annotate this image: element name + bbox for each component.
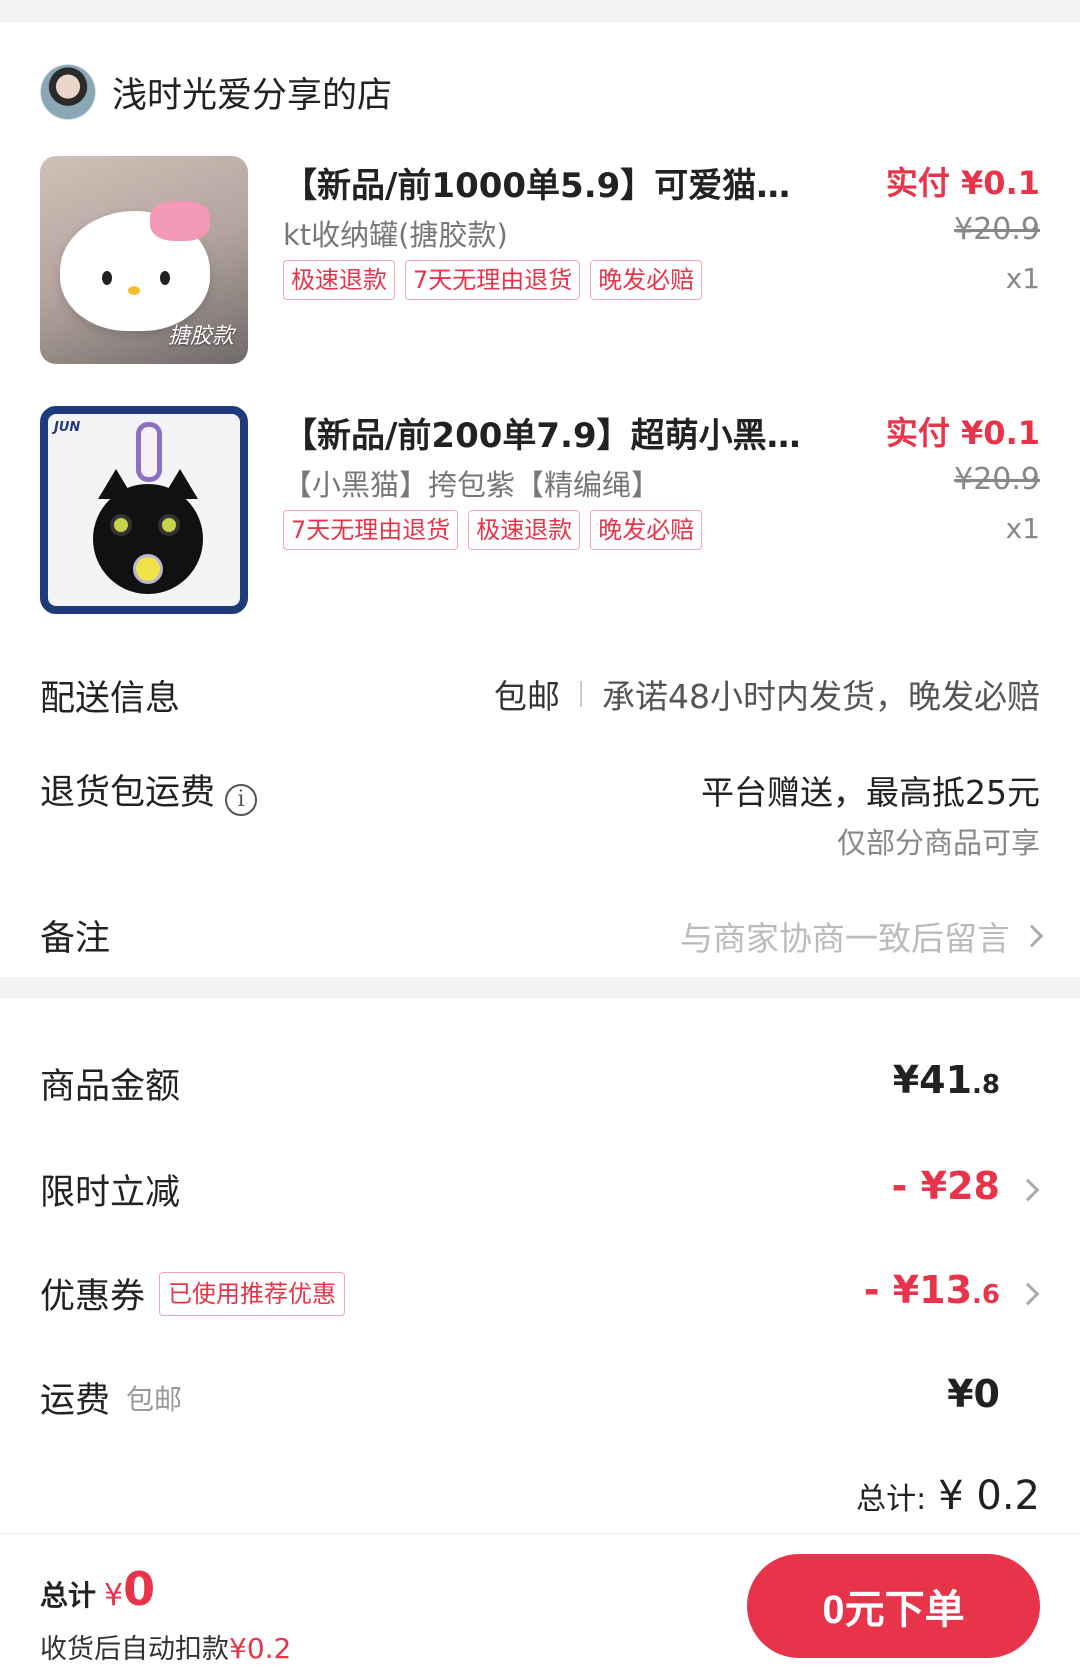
return-shipping-row: 退货包运费 i 平台赠送，最高抵25元 仅部分商品可享 [40,764,1040,864]
delivery-label: 配送信息 [40,679,181,719]
auto-deduct-note: 收货后自动扣款¥0.2 [40,1627,291,1666]
summary-total-label: 总计: [856,1482,927,1517]
delivery-row: 配送信息 包邮 承诺48小时内发货，晚发必赔 [40,670,1040,720]
limited-discount-label: 限时立减 [40,1173,181,1213]
goods-amount-value: ¥41.8 [893,1058,1000,1102]
shop-header[interactable]: 浅时光爱分享的店 [40,62,392,122]
freight-label: 运费 [40,1381,111,1421]
eye-shape [102,271,112,285]
chevron-right-icon [1016,1282,1040,1306]
remark-placeholder: 与商家协商一致后留言 [680,919,1010,958]
checkout-footer: 总计 ¥ 0 收货后自动扣款¥0.2 0元下单 [0,1533,1080,1678]
freight-row: 运费 包邮 ¥0 [40,1372,1040,1428]
service-tag: 极速退款 [283,260,395,300]
footer-total: 总计 ¥ 0 [40,1562,155,1616]
paid-price: 实付 ¥0.1 [885,164,1040,202]
shop-avatar [40,64,96,120]
product-title: 【新品/前1000单5.9】可爱猫… [283,166,791,206]
service-tag: 极速退款 [468,510,581,550]
footer-currency: ¥ [104,1578,124,1613]
shop-name: 浅时光爱分享的店 [112,75,393,116]
info-icon[interactable]: i [225,783,258,816]
coupon-label-group: 优惠券 已使用推荐优惠 [40,1268,346,1319]
image-caption: 搪胶款 [167,324,234,349]
product-spec: kt收纳罐(搪胶款) [283,218,508,252]
coupon-used-badge: 已使用推荐优惠 [159,1271,346,1316]
eye-shape [110,514,132,536]
nose-shape [128,286,140,295]
bow-shape [150,201,210,241]
coupon-value: - ¥13.6 [864,1268,1000,1312]
service-tag: 晚发必赔 [590,260,703,300]
service-tag: 7天无理由退货 [405,260,581,300]
freight-value: ¥0 [947,1372,1000,1416]
remark-label: 备注 [40,919,111,959]
paid-price: 实付 ¥0.1 [885,414,1040,452]
coupon-dec: .6 [972,1280,1000,1310]
delivery-info: 包邮 承诺48小时内发货，晚发必赔 [494,670,1040,718]
coupon-int: - ¥13 [863,1268,973,1312]
service-tag: 7天无理由退货 [283,510,459,550]
product-spec: 【小黑猫】挎包紫【精编绳】 [283,468,661,502]
product-title: 【新品/前200单7.9】超萌小黑… [283,416,801,456]
footer-total-label: 总计 [40,1579,97,1612]
order-card: 浅时光爱分享的店 搪胶款 【新品/前1000单5.9】可爱猫… kt收纳罐(搪胶… [0,22,1080,977]
service-tags: 7天无理由退货 极速退款 晚发必赔 [283,510,703,550]
summary-total: 总计: ¥ 0.2 [856,1473,1040,1519]
delivery-promise: 承诺48小时内发货，晚发必赔 [602,677,1040,716]
chevron-right-icon [1020,924,1044,948]
product-image[interactable]: 搪胶款 [40,156,248,364]
remark-row[interactable]: 备注 与商家协商一致后留言 [40,910,1044,960]
hook-shape [136,422,162,482]
quantity: x1 [1005,512,1040,545]
auto-deduct-label: 收货后自动扣款 [40,1634,229,1665]
product-image[interactable]: JUN [40,406,248,614]
product-item[interactable]: 搪胶款 【新品/前1000单5.9】可爱猫… kt收纳罐(搪胶款) 极速退款 7… [40,156,1040,366]
brand-logo: JUN [54,420,81,435]
freight-label-group: 运费 包邮 [40,1372,182,1423]
eye-shape [160,271,170,285]
badge-shape [133,554,163,584]
coupon-row[interactable]: 优惠券 已使用推荐优惠 - ¥13.6 [40,1268,1040,1324]
original-price: ¥20.9 [954,212,1040,247]
limited-discount-row[interactable]: 限时立减 - ¥28 [40,1164,1040,1220]
goods-amount-dec: .8 [972,1070,1000,1100]
return-shipping-main: 平台赠送，最高抵25元 [701,773,1040,812]
return-shipping-note: 仅部分商品可享 [836,826,1040,860]
auto-deduct-value: ¥0.2 [229,1632,292,1665]
goods-amount-int: ¥41 [892,1058,973,1102]
summary-total-value: ¥ 0.2 [938,1473,1040,1519]
product-item[interactable]: JUN 【新品/前200单7.9】超萌小黑… 【小黑猫】挎包紫【精编绳】 7天无… [40,406,1040,616]
remark-input[interactable]: 与商家协商一致后留言 [680,912,1044,960]
coupon-label: 优惠券 [40,1277,146,1317]
service-tag: 晚发必赔 [590,510,703,550]
original-price: ¥20.9 [954,462,1040,497]
divider [580,681,582,707]
chevron-right-icon [1016,1178,1040,1202]
return-shipping-label: 退货包运费 [40,773,216,813]
service-tags: 极速退款 7天无理由退货 晚发必赔 [283,260,703,300]
limited-discount-value: - ¥28 [891,1164,1000,1208]
goods-amount-label: 商品金额 [40,1067,181,1107]
quantity: x1 [1005,262,1040,295]
footer-total-amount: 0 [123,1562,156,1616]
freight-sub: 包邮 [126,1382,183,1416]
place-order-button[interactable]: 0元下单 [747,1554,1040,1658]
goods-amount-row: 商品金额 ¥41.8 [40,1058,1040,1114]
free-shipping-text: 包邮 [494,677,560,716]
eye-shape [158,514,180,536]
